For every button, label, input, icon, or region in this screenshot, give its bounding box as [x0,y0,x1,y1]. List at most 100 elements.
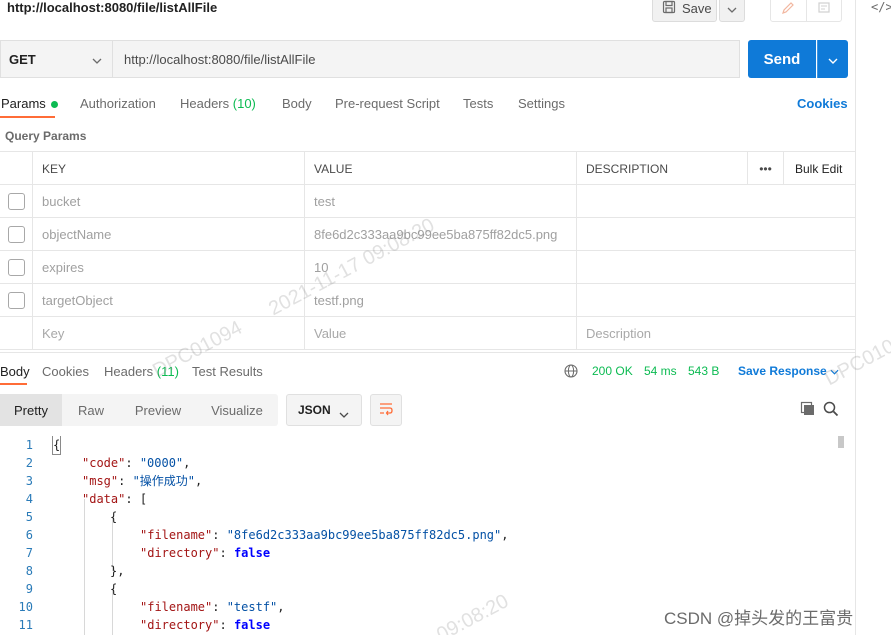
param-description[interactable] [577,251,855,284]
param-checkbox[interactable] [7,193,25,210]
tab-tests[interactable]: Tests [463,96,493,111]
query-params-label: Query Params [5,129,87,143]
param-checkbox[interactable] [7,259,25,276]
json-bracket: [ [139,492,148,506]
line-number: 5 [25,510,33,524]
table-row: targetObject testf.png [0,284,855,317]
table-row: objectName 8fe6d2c333aa9bc99ee5ba875ff82… [0,218,855,251]
format-select[interactable]: JSON [286,394,362,426]
param-checkbox[interactable] [7,226,25,243]
table-row: bucket test [0,185,855,218]
view-mode-selector: Pretty Raw Preview Visualize [0,394,278,426]
json-boolean: false [233,546,271,560]
wrap-lines-button[interactable] [370,394,402,426]
wrap-lines-icon [378,402,394,419]
save-response-button[interactable]: Save Response [738,364,839,378]
param-value[interactable]: testf.png [305,284,577,317]
json-key: "filename" [140,600,213,614]
line-number: 10 [18,600,33,614]
edit-tools [770,0,842,22]
table-row-new: Key Value Description [0,317,855,350]
response-headers-count: (11) [156,364,179,379]
new-value-input[interactable]: Value [305,317,577,350]
tab-authorization[interactable]: Authorization [80,96,156,111]
tab-params[interactable]: Params [1,96,58,111]
json-string: "操作成功" [132,474,196,488]
param-key[interactable]: expires [33,251,305,284]
param-key[interactable]: objectName [33,218,305,251]
code-line: 5{ [0,508,835,526]
line-number: 7 [25,546,33,560]
line-number: 2 [25,456,33,470]
send-button[interactable]: Send [748,40,816,78]
chevron-down-icon [828,52,838,67]
json-string: "8fe6d2c333aa9bc99ee5ba875ff82dc5.png" [226,528,502,542]
tab-body[interactable]: Body [282,96,312,111]
bulk-edit-button[interactable]: Bulk Edit [784,152,855,185]
tab-response-headers-label: Headers [104,364,154,379]
tab-headers-label: Headers [180,96,230,111]
code-line: 7 "directory": false [0,544,835,562]
new-description-input[interactable]: Description [577,317,855,350]
code-line: 4 "data": [ [0,490,835,508]
new-key-input[interactable]: Key [33,317,305,350]
save-label: Save [682,0,712,16]
save-icon [662,0,676,17]
line-number: 4 [25,492,33,506]
chevron-down-icon [92,52,102,67]
csdn-watermark: CSDN @掉头发的王富贵 [664,609,854,628]
view-pretty-button[interactable]: Pretty [0,394,62,426]
param-checkbox[interactable] [7,292,25,309]
format-value: JSON [298,403,331,417]
line-number: 9 [25,582,33,596]
save-button[interactable]: Save [652,0,717,22]
chevron-down-icon [830,364,839,378]
response-size: 543 B [688,364,720,378]
more-options-button[interactable]: ••• [748,152,784,185]
cookies-link[interactable]: Cookies [797,96,848,111]
tab-response-headers[interactable]: Headers (11) [104,364,179,379]
url-input[interactable]: http://localhost:8080/file/listAllFile [112,40,740,78]
json-string: "testf" [226,600,278,614]
tab-response-body[interactable]: Body [0,364,30,379]
code-scrollbar[interactable] [838,436,844,448]
json-bracket: { [110,510,118,524]
line-number: 8 [25,564,33,578]
headers-count: (10) [232,96,256,111]
code-line: 9{ [0,580,835,598]
json-key: "data" [82,492,126,506]
save-options-button[interactable] [719,0,745,22]
param-description[interactable] [577,284,855,317]
param-description[interactable] [577,218,855,251]
code-line: 1{ [0,436,835,455]
tab-settings[interactable]: Settings [518,96,565,111]
tab-pre-request-script[interactable]: Pre-request Script [335,96,440,111]
param-description[interactable] [577,185,855,218]
request-tabs: Params Authorization Headers (10) Body P… [0,88,855,118]
globe-icon[interactable] [564,364,578,381]
code-snippet-icon[interactable]: </> [871,0,891,14]
view-preview-button[interactable]: Preview [120,394,196,426]
response-tabs: Body Cookies Headers (11) Test Results [0,352,855,390]
params-indicator-dot [50,101,58,109]
tab-headers[interactable]: Headers (10) [180,96,256,111]
code-line: 2 "code": "0000", [0,454,835,472]
method-value: GET [9,51,36,67]
copy-icon[interactable] [800,401,816,420]
param-value[interactable]: test [305,185,577,218]
view-raw-button[interactable]: Raw [62,394,120,426]
param-key[interactable]: targetObject [33,284,305,317]
line-number: 1 [25,438,33,452]
param-value[interactable]: 8fe6d2c333aa9bc99ee5ba875ff82dc5.png [305,218,577,251]
comment-icon[interactable] [807,0,842,21]
send-options-button[interactable] [817,40,848,78]
edit-icon[interactable] [771,0,807,21]
send-label: Send [763,50,801,68]
tab-response-cookies[interactable]: Cookies [42,364,89,379]
param-key[interactable]: bucket [33,185,305,218]
view-visualize-button[interactable]: Visualize [196,394,278,426]
json-key: "filename" [140,528,213,542]
tab-test-results[interactable]: Test Results [192,364,263,379]
search-icon[interactable] [823,401,839,420]
param-value[interactable]: 10 [305,251,577,284]
